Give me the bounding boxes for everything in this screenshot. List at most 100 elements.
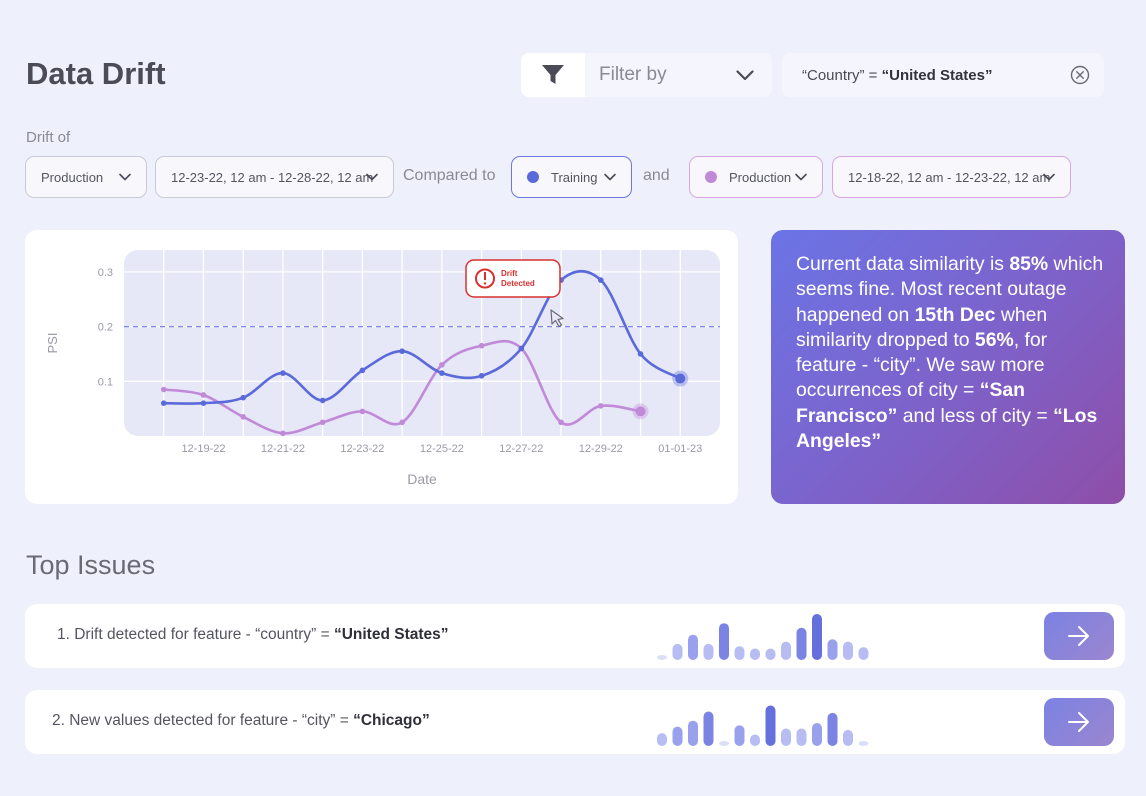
open-issue-button[interactable]	[1044, 612, 1114, 660]
insight-highlight: 15th Dec	[914, 303, 996, 326]
training-data-point	[598, 277, 604, 283]
chevron-down-icon	[118, 170, 132, 187]
y-axis-label: PSI	[45, 333, 60, 354]
sparkline-bar	[843, 641, 853, 660]
issue-prefix: 2. New values detected for feature - “ci…	[52, 712, 354, 729]
issue-sparkline	[657, 614, 869, 660]
sparkline-bar	[765, 648, 776, 660]
sparkline-bar	[812, 614, 822, 660]
psi-chart-card: 12-19-22 12-21-22 12-23-22 12-25-22 12-27-22…	[25, 230, 738, 504]
baseline-2-select[interactable]: Production	[689, 156, 823, 198]
insight-text: and less of city =	[897, 404, 1054, 427]
source-select[interactable]: Production	[25, 156, 147, 198]
training-data-point	[200, 400, 207, 406]
sparkline-bar	[858, 647, 869, 660]
filter-icon[interactable]	[521, 53, 585, 97]
baseline-2-value: Production	[729, 169, 792, 185]
sparkline-bar	[688, 634, 698, 660]
sparkline-bar	[657, 733, 667, 746]
baseline-date-range-value: 12-18-22, 12 am - 12-23-22, 12 am	[848, 169, 1051, 185]
sparkline-bar	[719, 623, 729, 660]
sparkline-bar	[858, 741, 869, 746]
sparkline-bar	[827, 639, 838, 660]
sparkline-bar	[750, 734, 760, 746]
issue-text: 1. Drift detected for feature - “country…	[57, 626, 449, 644]
training-legend-dot	[527, 171, 539, 183]
active-filter-chip: “Country” = “United States”	[782, 53, 1104, 97]
compared-to-label: Compared to	[403, 167, 496, 184]
drift-of-label: Drift of	[26, 129, 71, 146]
x-tick-label: 12-25-22	[420, 443, 464, 455]
insight-highlight: 85%	[1009, 253, 1049, 275]
page-title: Data Drift	[26, 56, 166, 91]
sparkline-bar	[796, 728, 807, 746]
and-label: and	[643, 167, 670, 184]
insight-panel: Current data similarity is 85% which see…	[771, 230, 1125, 504]
baseline-1-select[interactable]: Training	[511, 156, 632, 198]
chevron-down-icon	[794, 170, 808, 187]
sparkline-bar	[688, 720, 698, 746]
chevron-down-icon	[365, 170, 379, 187]
arrow-right-icon	[1068, 712, 1089, 732]
sparkline-bar	[719, 741, 729, 746]
x-tick-label: 12-21-22	[261, 443, 305, 455]
x-tick-label: 01-01-23	[658, 443, 702, 455]
insight-highlight: 56%	[974, 328, 1014, 351]
close-icon[interactable]	[1070, 65, 1090, 85]
sparkline-bar	[843, 729, 853, 746]
sparkline-bar	[812, 723, 822, 746]
baseline-1-value: Training	[551, 169, 598, 185]
issue-text: 2. New values detected for feature - “ci…	[52, 712, 430, 730]
production-data-point	[160, 386, 167, 393]
production-data-point	[359, 408, 366, 415]
top-issues-heading: Top Issues	[26, 550, 156, 580]
production-legend-dot	[705, 171, 717, 183]
sparkline-bar	[781, 728, 791, 746]
sparkline-bar	[750, 648, 760, 660]
sparkline-bar	[703, 643, 714, 660]
sparkline-bar	[765, 705, 776, 746]
y-tick-label: 0.3	[98, 267, 113, 279]
baseline-date-range-select[interactable]: 12-18-22, 12 am - 12-23-22, 12 am	[832, 156, 1071, 198]
sparkline-bar	[827, 712, 838, 746]
sparkline-bar	[672, 643, 683, 660]
training-data-point	[359, 367, 366, 374]
production-data-point	[635, 406, 646, 417]
production-data-point	[280, 430, 286, 437]
filter-chip-value: “United States”	[881, 66, 993, 84]
issue-value: “Chicago”	[353, 712, 430, 729]
training-data-point	[319, 397, 326, 404]
insight-text: Current data similarity is	[796, 253, 1010, 275]
arrow-right-icon	[1068, 626, 1089, 646]
training-data-point	[439, 370, 445, 376]
chevron-down-icon	[603, 170, 617, 187]
production-data-point	[598, 403, 604, 409]
issue-prefix: 1. Drift detected for feature - “country…	[57, 626, 334, 643]
y-tick-label: 0.1	[98, 376, 113, 388]
training-data-point	[478, 373, 485, 379]
sparkline-bar	[703, 711, 714, 746]
source-date-range-value: 12-23-22, 12 am - 12-28-22, 12 am	[171, 169, 374, 185]
production-data-point	[558, 419, 564, 426]
filter-dropdown[interactable]: Filter by	[521, 53, 772, 97]
production-data-point	[240, 414, 246, 420]
sparkline-bar	[672, 726, 683, 746]
psi-line-chart: 12-19-22 12-21-22 12-23-22 12-25-22 12-27-22…	[45, 250, 720, 487]
sparkline-bar	[734, 725, 745, 746]
source-select-value: Production	[41, 169, 104, 185]
issue-value: “United States”	[333, 626, 449, 643]
issue-row-1: 1. Drift detected for feature - “country…	[25, 604, 1125, 668]
training-data-point	[280, 370, 286, 376]
training-data-point	[240, 394, 246, 401]
production-data-point	[399, 419, 405, 426]
training-data-point	[675, 373, 686, 384]
source-date-range-select[interactable]: 12-23-22, 12 am - 12-28-22, 12 am	[155, 156, 394, 198]
open-issue-button[interactable]	[1044, 698, 1114, 746]
production-data-point	[319, 419, 326, 426]
x-tick-label: 12-29-22	[579, 443, 623, 455]
issue-row-2: 2. New values detected for feature - “ci…	[25, 690, 1125, 754]
x-tick-label: 12-27-22	[499, 443, 543, 455]
issue-sparkline	[657, 705, 869, 746]
sparkline-bar	[796, 627, 807, 660]
production-data-point	[200, 392, 207, 398]
